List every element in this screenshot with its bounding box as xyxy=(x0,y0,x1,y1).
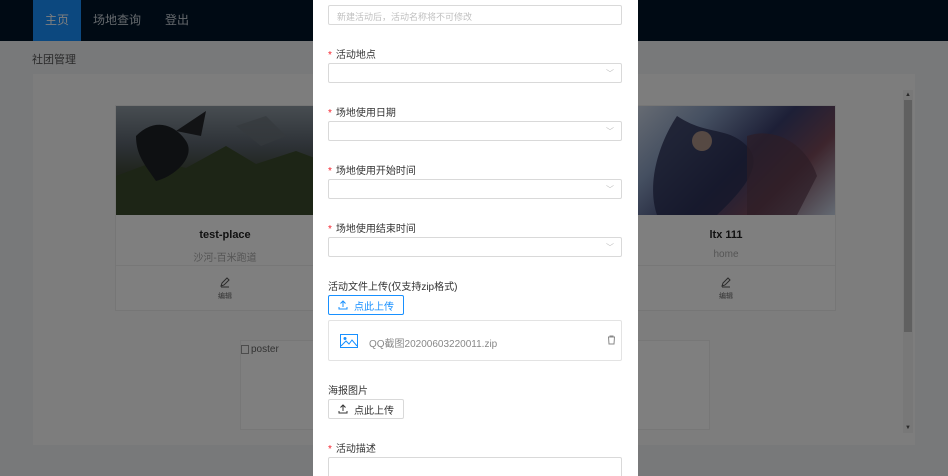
chevron-down-icon: ﹀ xyxy=(606,69,614,78)
date-select[interactable]: ﹀ xyxy=(328,121,622,141)
upload-icon xyxy=(338,300,348,310)
required-mark: * xyxy=(328,166,332,177)
create-activity-modal: 新建活动后，活动名称将不可修改 * 活动地点 ﹀ * 场地使用日期 ﹀ * 场地使用开… xyxy=(313,0,638,476)
location-select[interactable]: ﹀ xyxy=(328,63,622,83)
chevron-down-icon: ﹀ xyxy=(606,243,614,252)
start-time-select[interactable]: ﹀ xyxy=(328,179,622,199)
start-time-label: * 场地使用开始时间 xyxy=(328,166,416,177)
date-label: * 场地使用日期 xyxy=(328,108,396,119)
file-upload-button-label: 点此上传 xyxy=(354,301,394,313)
required-mark: * xyxy=(328,224,332,235)
chevron-down-icon: ﹀ xyxy=(606,127,614,136)
activity-name-placeholder: 新建活动后，活动名称将不可修改 xyxy=(337,12,473,22)
poster-label: 海报图片 xyxy=(328,386,368,397)
end-time-label: * 场地使用结束时间 xyxy=(328,224,416,235)
file-upload-button[interactable]: 点此上传 xyxy=(328,295,404,315)
uploaded-file-name: QQ截图20200603220011.zip xyxy=(369,339,498,350)
location-label: * 活动地点 xyxy=(328,50,376,61)
description-textarea[interactable] xyxy=(328,457,622,476)
delete-icon[interactable] xyxy=(607,335,616,345)
poster-upload-button[interactable]: 点此上传 xyxy=(328,399,404,419)
upload-icon xyxy=(338,404,348,414)
required-mark: * xyxy=(328,108,332,119)
required-mark: * xyxy=(328,50,332,61)
uploaded-file-item[interactable]: QQ截图20200603220011.zip xyxy=(328,320,622,361)
image-file-icon xyxy=(340,334,358,348)
activity-name-input[interactable]: 新建活动后，活动名称将不可修改 xyxy=(328,5,622,25)
file-upload-label: 活动文件上传(仅支持zip格式) xyxy=(328,282,458,293)
description-label: * 活动描述 xyxy=(328,444,376,455)
end-time-select[interactable]: ﹀ xyxy=(328,237,622,257)
required-mark: * xyxy=(328,444,332,455)
poster-upload-button-label: 点此上传 xyxy=(354,405,394,417)
chevron-down-icon: ﹀ xyxy=(606,185,614,194)
